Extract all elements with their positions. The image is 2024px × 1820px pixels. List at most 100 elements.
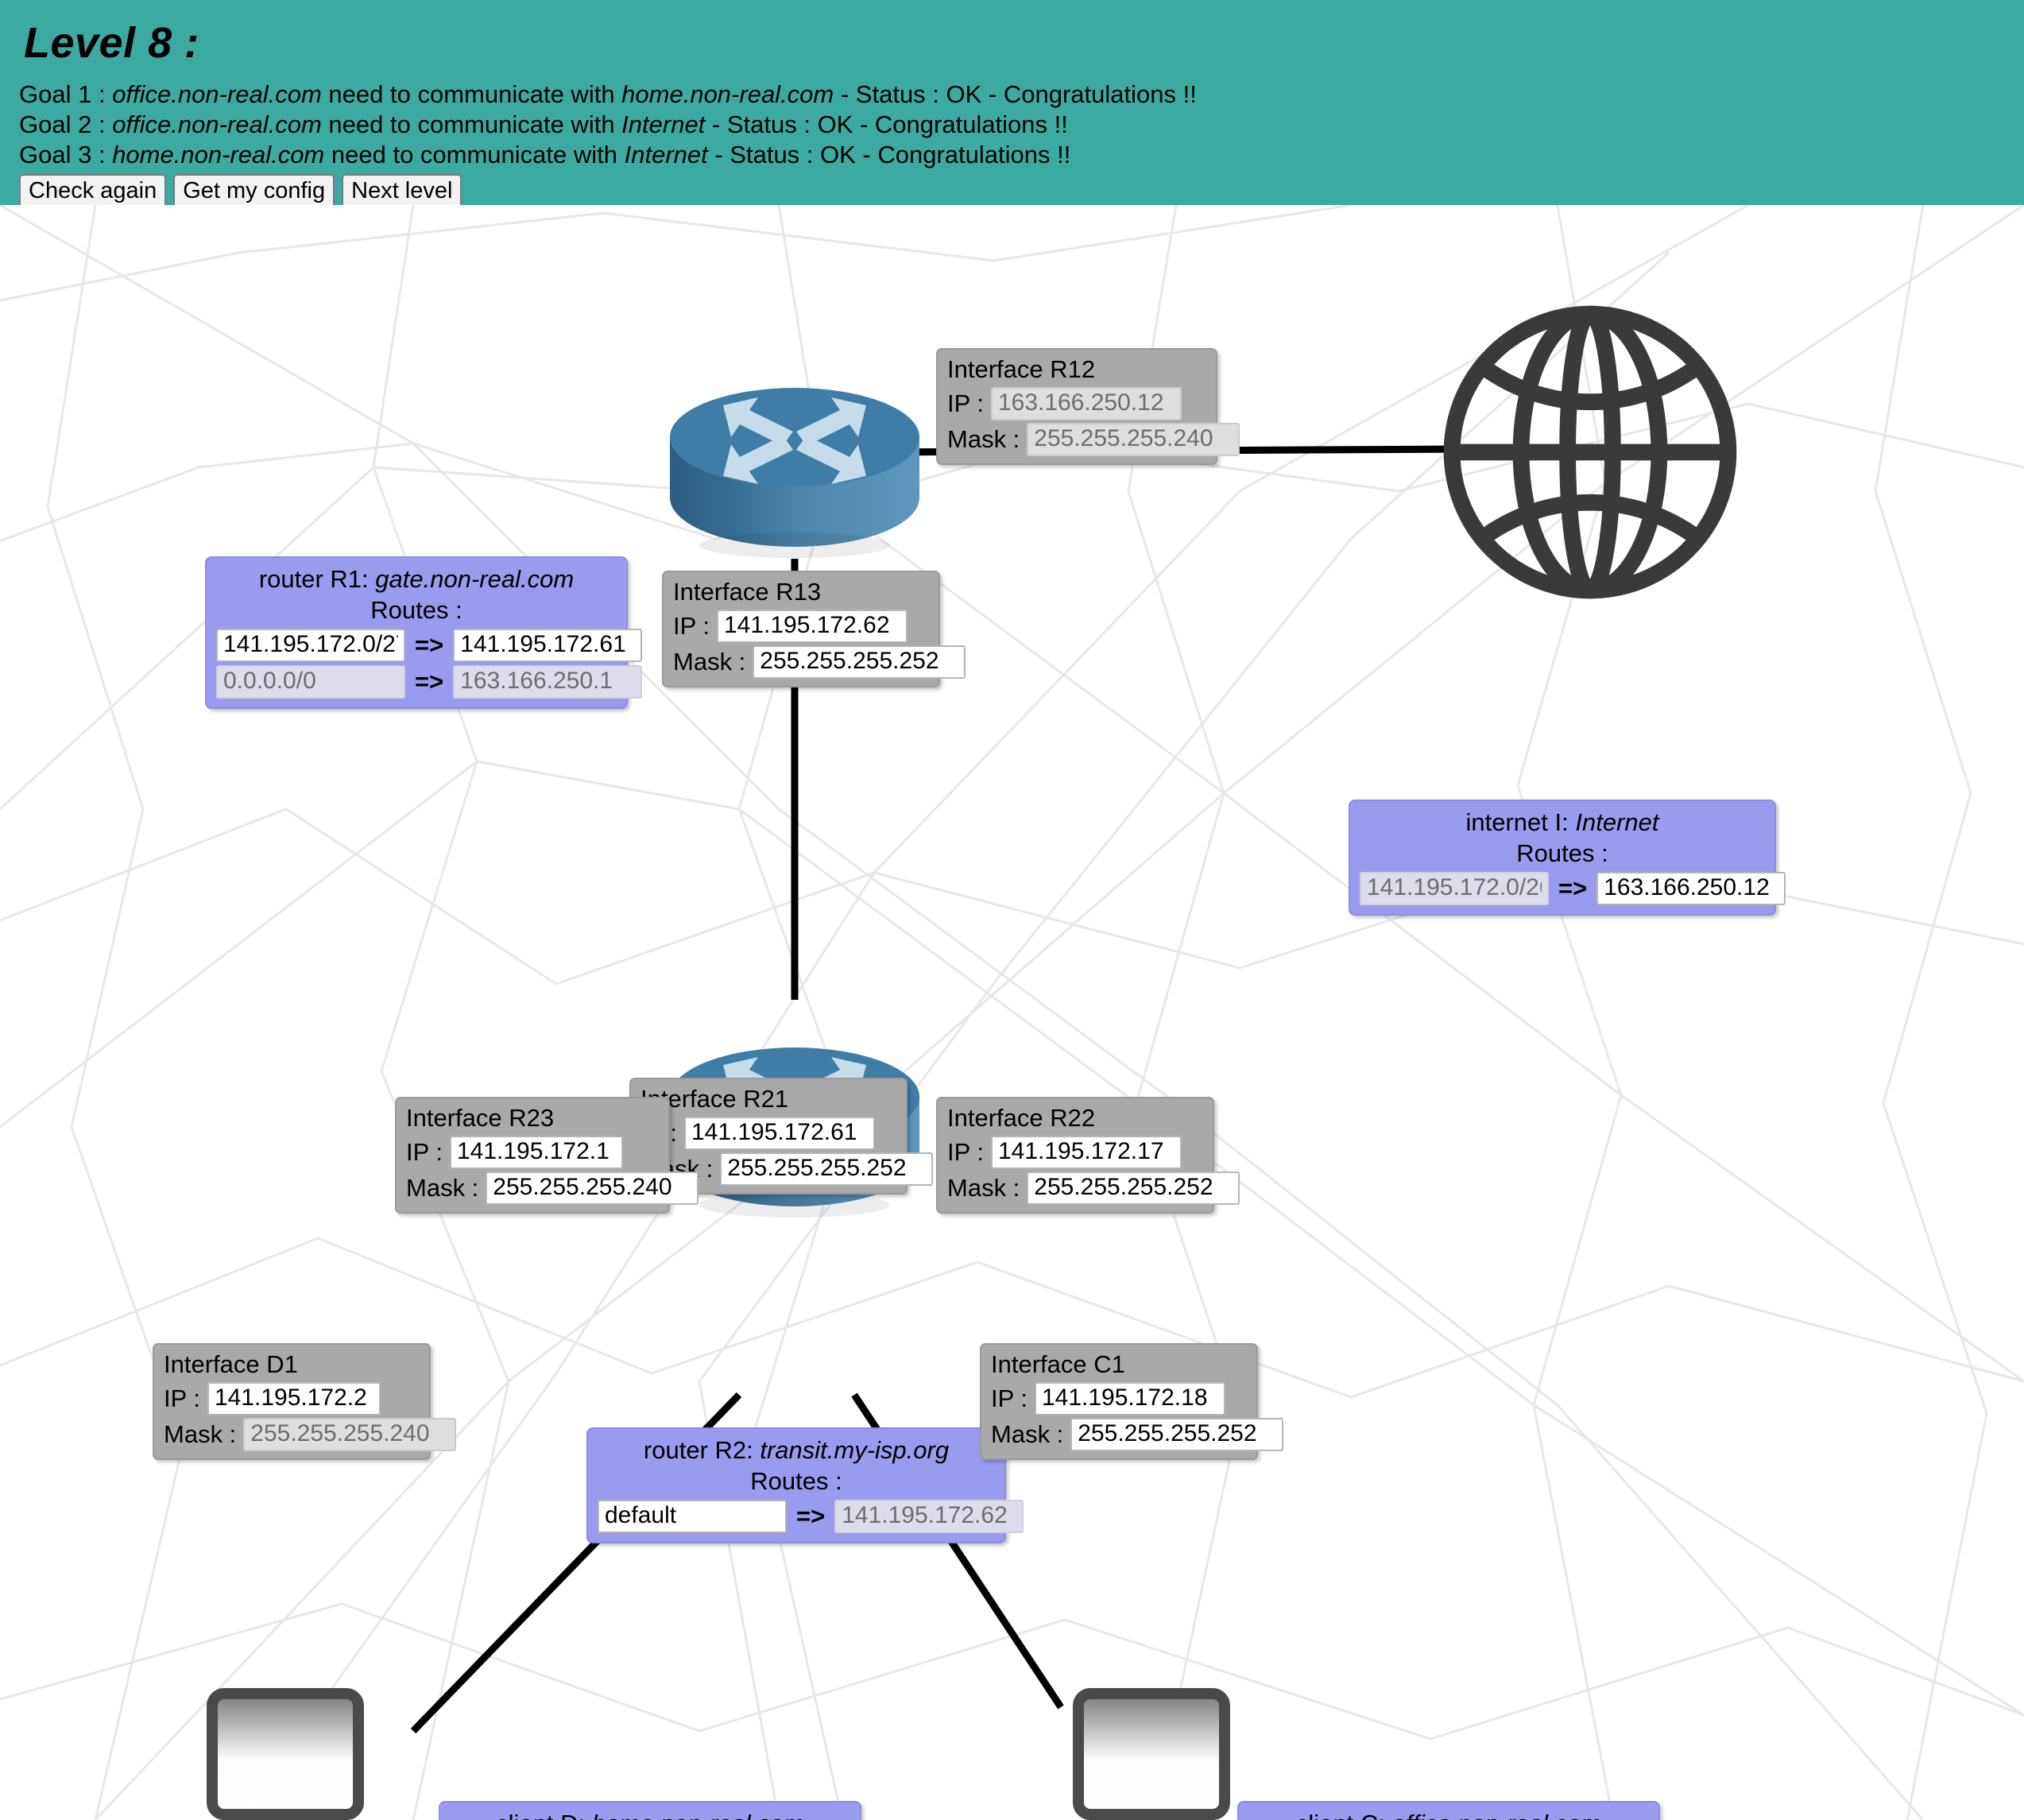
goal-2-mid: need to communicate with	[321, 110, 622, 138]
router-r2-hostname: transit.my-isp.org	[760, 1436, 950, 1464]
goal-1-status: - Status : OK - Congratulations !!	[834, 80, 1197, 108]
interface-r13-panel: Interface R13 IP : Mask :	[662, 571, 966, 687]
router-r1-panel: router R1: gate.non-real.com Routes : =>…	[205, 556, 643, 709]
route-arrow-icon: =>	[1558, 874, 1588, 902]
goal-3-status: - Status : OK - Congratulations !!	[707, 141, 1071, 168]
client-d-title-prefix: client D:	[496, 1810, 592, 1820]
internet-panel: internet I: Internet Routes : =>	[1349, 800, 1786, 916]
interface-r12-ip-row: IP :	[947, 387, 1208, 420]
interface-r22-title: Interface R22	[947, 1104, 1096, 1132]
router-r1-route-1-gateway	[453, 665, 643, 699]
goal-1-mid: need to communicate with	[321, 80, 622, 108]
interface-r13-mask-input[interactable]	[753, 645, 966, 679]
router-r2-title-prefix: router R2:	[643, 1436, 760, 1464]
goal-3-mid: need to communicate with	[324, 141, 625, 168]
route-arrow-icon: =>	[415, 668, 444, 695]
client-d-hostname: home.non-real.com	[592, 1810, 804, 1820]
interface-c1-ip-input[interactable]	[1034, 1382, 1225, 1415]
router-r1-route-0-gateway[interactable]	[453, 629, 643, 662]
internet-route-0: =>	[1360, 872, 1786, 905]
computer-d-icon[interactable]	[159, 1683, 421, 1820]
interface-c1-mask-input[interactable]	[1070, 1418, 1284, 1451]
interface-r22-mask-input[interactable]	[1027, 1171, 1240, 1205]
internet-route-0-network	[1360, 872, 1549, 905]
router-r1-route-0-network[interactable]	[216, 629, 405, 662]
interface-c1-panel: Interface C1 IP : Mask :	[980, 1343, 1284, 1460]
router-r1-hostname: gate.non-real.com	[375, 565, 575, 593]
mask-label: Mask :	[947, 1174, 1020, 1202]
interface-r22-ip-row: IP :	[947, 1136, 1205, 1169]
internet-route-0-gateway[interactable]	[1596, 872, 1786, 905]
interface-r22-ip-input[interactable]	[990, 1136, 1182, 1169]
router-r2-route-0-gateway	[834, 1500, 1024, 1533]
ip-label: IP :	[947, 389, 984, 417]
router-r1-route-0: =>	[216, 629, 643, 662]
interface-r13-mask-row: Mask :	[673, 645, 966, 679]
interface-r23-mask-input[interactable]	[486, 1171, 699, 1205]
goal-2-host-a: office.non-real.com	[112, 110, 322, 138]
mask-label: Mask :	[406, 1174, 479, 1202]
router-r1-icon[interactable]	[664, 364, 926, 563]
interface-r12-ip-input	[990, 387, 1182, 420]
interface-r21-mask-input[interactable]	[720, 1152, 934, 1186]
interface-r21-ip-input[interactable]	[683, 1117, 875, 1150]
interface-c1-mask-row: Mask :	[991, 1418, 1284, 1451]
computer-c-icon[interactable]	[1025, 1683, 1287, 1820]
router-r2-route-0-network[interactable]	[598, 1500, 787, 1533]
client-c-panel: client C: office.non-real.com Routes : =…	[1237, 1801, 1660, 1820]
interface-d1-ip-row: IP :	[164, 1382, 421, 1415]
ip-label: IP :	[991, 1384, 1027, 1412]
internet-routes-label: Routes :	[1516, 839, 1608, 867]
goal-2-host-b: Internet	[621, 110, 706, 138]
interface-r23-mask-row: Mask :	[406, 1171, 699, 1205]
interface-d1-ip-input[interactable]	[207, 1382, 381, 1415]
ip-label: IP :	[406, 1138, 443, 1166]
interface-r23-panel: Interface R23 IP : Mask :	[395, 1097, 699, 1214]
goal-3-host-a: home.non-real.com	[112, 141, 325, 168]
interface-r13-title: Interface R13	[673, 578, 822, 606]
internet-title: internet I: Internet	[1360, 807, 1765, 838]
interface-d1-panel: Interface D1 IP : Mask :	[153, 1343, 457, 1460]
router-r1-title: router R1: gate.non-real.com	[216, 563, 617, 594]
interface-r12-mask-row: Mask :	[947, 423, 1240, 456]
ip-label: IP :	[947, 1138, 984, 1166]
goal-1-host-a: office.non-real.com	[112, 80, 322, 108]
client-c-title-prefix: client C:	[1296, 1810, 1392, 1820]
internet-hostname: Internet	[1575, 808, 1659, 836]
globe-icon[interactable]	[1440, 302, 1740, 602]
goal-2-prefix: Goal 2 :	[19, 110, 113, 138]
interface-r23-ip-input[interactable]	[449, 1136, 623, 1169]
interface-d1-mask-input	[243, 1418, 457, 1451]
interface-r12-title: Interface R12	[947, 355, 1096, 383]
interface-d1-title: Interface D1	[164, 1350, 298, 1378]
interface-r13-ip-row: IP :	[673, 610, 931, 643]
router-r2-routes-label: Routes :	[750, 1467, 842, 1495]
mask-label: Mask :	[673, 648, 746, 676]
mask-label: Mask :	[991, 1420, 1064, 1448]
interface-r13-ip-input[interactable]	[716, 610, 908, 643]
interface-r22-mask-row: Mask :	[947, 1171, 1240, 1205]
client-c-hostname: office.non-real.com	[1391, 1810, 1601, 1820]
client-d-title: client D: home.non-real.com	[450, 1808, 850, 1820]
interface-d1-mask-row: Mask :	[164, 1418, 457, 1451]
goal-line-1: Goal 1 : office.non-real.com need to com…	[19, 79, 2007, 110]
interface-c1-title: Interface C1	[991, 1350, 1125, 1378]
mask-label: Mask :	[947, 425, 1020, 453]
router-r1-title-prefix: router R1:	[258, 565, 376, 593]
goal-3-prefix: Goal 3 :	[19, 141, 113, 168]
route-arrow-icon: =>	[415, 631, 444, 659]
goal-header: Level 8 : Goal 1 : office.non-real.com n…	[0, 0, 2024, 210]
router-r2-route-0: =>	[598, 1500, 1024, 1533]
interface-r12-panel: Interface R12 IP : Mask :	[936, 348, 1240, 465]
interface-c1-ip-row: IP :	[991, 1382, 1248, 1415]
goal-line-3: Goal 3 : home.non-real.com need to commu…	[19, 140, 2007, 170]
interface-r21-title: Interface R21	[640, 1085, 789, 1113]
internet-title-prefix: internet I:	[1465, 808, 1576, 836]
goal-1-host-b: home.non-real.com	[621, 80, 834, 108]
interface-r23-title: Interface R23	[406, 1104, 555, 1132]
router-r1-route-1-network	[216, 665, 405, 699]
ip-label: IP :	[164, 1384, 200, 1412]
router-r2-panel: router R2: transit.my-isp.org Routes : =…	[586, 1427, 1024, 1543]
interface-r12-mask-input	[1027, 423, 1240, 456]
goal-line-2: Goal 2 : office.non-real.com need to com…	[19, 110, 2007, 140]
